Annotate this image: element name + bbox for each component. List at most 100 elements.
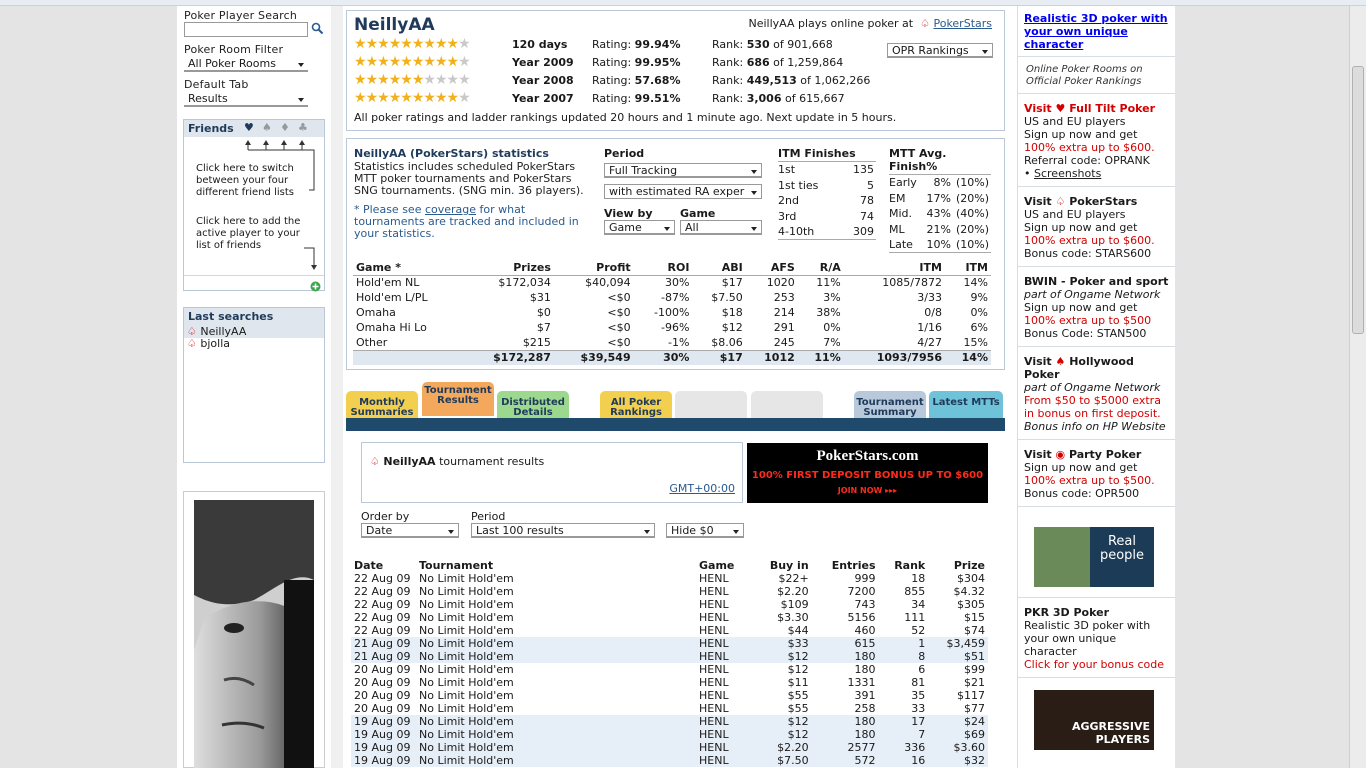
poker-room-ad[interactable]: Visit ◉ Party Poker Sign up now and get 10… bbox=[1018, 440, 1175, 507]
column-header[interactable]: AFS bbox=[745, 260, 798, 276]
table-row[interactable]: 22 Aug 09 No Limit Hold'em HENL $3.30 5156 11… bbox=[351, 611, 988, 624]
rating-value: Rating: 99.51% bbox=[592, 92, 681, 105]
column-header[interactable]: ROI bbox=[633, 260, 693, 276]
pkr-promo[interactable]: PKR 3D Poker Realistic 3D poker with you… bbox=[1018, 598, 1175, 678]
real-people-promo[interactable]: Real people bbox=[1018, 507, 1175, 598]
column-separator bbox=[331, 6, 343, 768]
player-search-input[interactable] bbox=[184, 22, 308, 37]
column-header[interactable]: Profit bbox=[553, 260, 634, 276]
tab-latest-mtts[interactable]: Latest MTTs bbox=[929, 391, 1003, 418]
last-search-item[interactable]: ♤ bjolla bbox=[187, 338, 230, 350]
tab-tournament-summary[interactable]: Tournament Summary bbox=[854, 391, 926, 418]
club-suit-icon[interactable]: ♣ bbox=[298, 121, 308, 134]
diamond-suit-icon[interactable]: ♦ bbox=[280, 121, 290, 134]
default-tab-label: Default Tab bbox=[184, 78, 249, 91]
column-header[interactable]: Rank bbox=[879, 559, 929, 572]
real-people-banner[interactable]: Real people bbox=[1034, 527, 1154, 587]
search-icon[interactable] bbox=[311, 22, 324, 35]
star-icon: ★ bbox=[411, 54, 425, 70]
column-header[interactable]: Tournament bbox=[416, 559, 696, 572]
table-row[interactable]: 21 Aug 09 No Limit Hold'em HENL $33 615 1 $3,4… bbox=[351, 637, 988, 650]
friends-header: Friends ♥ ♠ ♦ ♣ bbox=[184, 120, 324, 137]
table-row[interactable]: 22 Aug 09 No Limit Hold'em HENL $22+ 999 18 $3… bbox=[351, 572, 988, 585]
ad-title[interactable]: Visit ♥ Full Tilt Poker bbox=[1024, 102, 1169, 115]
tab-tournament-results[interactable]: Tournament Results bbox=[422, 382, 494, 416]
ra-select[interactable]: with estimated RA exper bbox=[604, 184, 762, 199]
mtt-row: EM 17% (20%) bbox=[889, 191, 989, 205]
poker-room-ad[interactable]: BWIN - Poker and sport part of Ongame Net… bbox=[1018, 267, 1175, 347]
table-row[interactable]: 19 Aug 09 No Limit Hold'em HENL $12 180 17 $24 bbox=[351, 715, 988, 728]
star-icon: ★ bbox=[388, 90, 402, 106]
star-icon: ★ bbox=[377, 36, 390, 52]
pkr-cta[interactable]: Click for your bonus code bbox=[1024, 658, 1169, 671]
column-header[interactable]: Entries bbox=[812, 559, 879, 572]
player-name: NeillyAA bbox=[354, 15, 435, 35]
add-friend-icon[interactable] bbox=[310, 281, 321, 292]
ad-title[interactable]: Visit ◉ Party Poker bbox=[1024, 448, 1169, 461]
column-header[interactable]: Game * bbox=[353, 260, 464, 276]
mtt-row: Mid. 43% (40%) bbox=[889, 207, 989, 220]
table-row[interactable]: 19 Aug 09 No Limit Hold'em HENL $12 180 7 $69 bbox=[351, 728, 988, 741]
scrollbar[interactable] bbox=[1349, 6, 1366, 768]
tab-monthly-summaries[interactable]: Monthly Summaries bbox=[346, 391, 418, 418]
left-sidebar: Poker Player Search Poker Room Filter Al… bbox=[177, 6, 331, 768]
friends-switch-hint[interactable]: Click here to switch between your four d… bbox=[196, 163, 308, 199]
results-title: ♤ NeillyAA tournament results bbox=[370, 455, 545, 468]
table-row[interactable]: 19 Aug 09 No Limit Hold'em HENL $2.20 2577 33… bbox=[351, 741, 988, 754]
rank-value: Rank: 686 of 1,259,864 bbox=[712, 56, 844, 69]
table-row[interactable]: 20 Aug 09 No Limit Hold'em HENL $55 258 33 $77 bbox=[351, 702, 988, 715]
column-header[interactable]: Date bbox=[351, 559, 416, 572]
column-header[interactable]: ITM bbox=[843, 260, 945, 276]
room-filter-select[interactable]: All Poker Rooms bbox=[184, 57, 308, 72]
order-select[interactable]: Date bbox=[361, 523, 459, 538]
poker-room-ad[interactable]: Visit ♠ Hollywood Poker part of Ongame Ne… bbox=[1018, 347, 1175, 440]
results-period-select[interactable]: Last 100 results bbox=[471, 523, 655, 538]
aggressive-promo[interactable]: AGGRESSIVE PLAYERS bbox=[1018, 678, 1175, 750]
plays-at: NeillyAA plays online poker at ♤ PokerSt… bbox=[748, 17, 992, 30]
ad-title[interactable]: BWIN - Poker and sport bbox=[1024, 275, 1169, 288]
tab-empty-4[interactable] bbox=[675, 391, 747, 418]
rating-row: ★★★★★★★★★★ 120 days Rating: 99.94% Rank: 53… bbox=[354, 37, 874, 53]
ad-title[interactable]: Visit ♤ PokerStars bbox=[1024, 195, 1169, 208]
aggressive-banner[interactable]: AGGRESSIVE PLAYERS bbox=[1034, 690, 1154, 750]
room-link[interactable]: PokerStars bbox=[933, 17, 992, 30]
poker-room-ad[interactable]: Visit ♥ Full Tilt Poker US and EU players… bbox=[1018, 94, 1175, 187]
column-header[interactable]: Buy in bbox=[752, 559, 812, 572]
timezone-link[interactable]: GMT+00:00 bbox=[669, 482, 735, 495]
table-row[interactable]: 19 Aug 09 No Limit Hold'em HENL $7.50 572 16 $… bbox=[351, 754, 988, 767]
column-header[interactable]: Game bbox=[696, 559, 752, 572]
tab-all-poker-rankings[interactable]: All Poker Rankings bbox=[600, 391, 672, 418]
table-row[interactable]: 22 Aug 09 No Limit Hold'em HENL $2.20 7200 85… bbox=[351, 585, 988, 598]
table-row[interactable]: 22 Aug 09 No Limit Hold'em HENL $44 460 52 $74 bbox=[351, 624, 988, 637]
ad-title[interactable]: Visit ♠ Hollywood Poker bbox=[1024, 355, 1169, 381]
tab-distributed-details[interactable]: Distributed Details bbox=[497, 391, 569, 418]
period-select[interactable]: Full Tracking bbox=[604, 163, 762, 178]
column-header[interactable]: Prize bbox=[928, 559, 988, 572]
table-row[interactable]: 22 Aug 09 No Limit Hold'em HENL $109 743 34 $3… bbox=[351, 598, 988, 611]
tab-empty-5[interactable] bbox=[751, 391, 823, 418]
friends-add-hint[interactable]: Click here to add the active player to y… bbox=[196, 216, 308, 252]
pokerstars-banner[interactable]: PokerStars.com 100% FIRST DEPOSIT BONUS … bbox=[747, 443, 988, 503]
table-row[interactable]: 20 Aug 09 No Limit Hold'em HENL $55 391 35 $11… bbox=[351, 689, 988, 702]
table-row[interactable]: 20 Aug 09 No Limit Hold'em HENL $11 1331 81 $2… bbox=[351, 676, 988, 689]
scrollbar-thumb[interactable] bbox=[1352, 66, 1364, 334]
default-tab-select[interactable]: Results bbox=[184, 92, 308, 107]
results-header-row: Date Tournament Game Buy in Entries Rank Prize bbox=[351, 559, 988, 572]
column-header[interactable]: ITM bbox=[944, 260, 991, 276]
heart-suit-icon[interactable]: ♥ bbox=[244, 121, 254, 134]
ranking-select[interactable]: OPR Rankings bbox=[887, 43, 993, 58]
game-select[interactable]: All bbox=[680, 220, 762, 235]
top-promo-link[interactable]: Realistic 3D poker with your own unique … bbox=[1024, 12, 1168, 51]
column-header[interactable]: R/A bbox=[797, 260, 844, 276]
poker-room-ad[interactable]: Visit ♤ PokerStars US and EU players Sign … bbox=[1018, 187, 1175, 267]
stats-description: Statistics includes scheduled PokerStars… bbox=[354, 160, 584, 197]
page: Poker Player Search Poker Room Filter Al… bbox=[177, 6, 1175, 768]
viewby-select[interactable]: Game bbox=[604, 220, 675, 235]
column-header[interactable]: ABI bbox=[692, 260, 746, 276]
table-row[interactable]: 20 Aug 09 No Limit Hold'em HENL $12 180 6 $99 bbox=[351, 663, 988, 676]
table-row[interactable]: 21 Aug 09 No Limit Hold'em HENL $12 180 8 $51 bbox=[351, 650, 988, 663]
spade-suit-icon[interactable]: ♠ bbox=[262, 121, 272, 134]
hide-zero-select[interactable]: Hide $0 bbox=[666, 523, 744, 538]
column-header[interactable]: Prizes bbox=[463, 260, 554, 276]
stats-table: Game * Prizes Profit ROI ABI AFS R/A ITM ITM Hold… bbox=[353, 260, 991, 365]
